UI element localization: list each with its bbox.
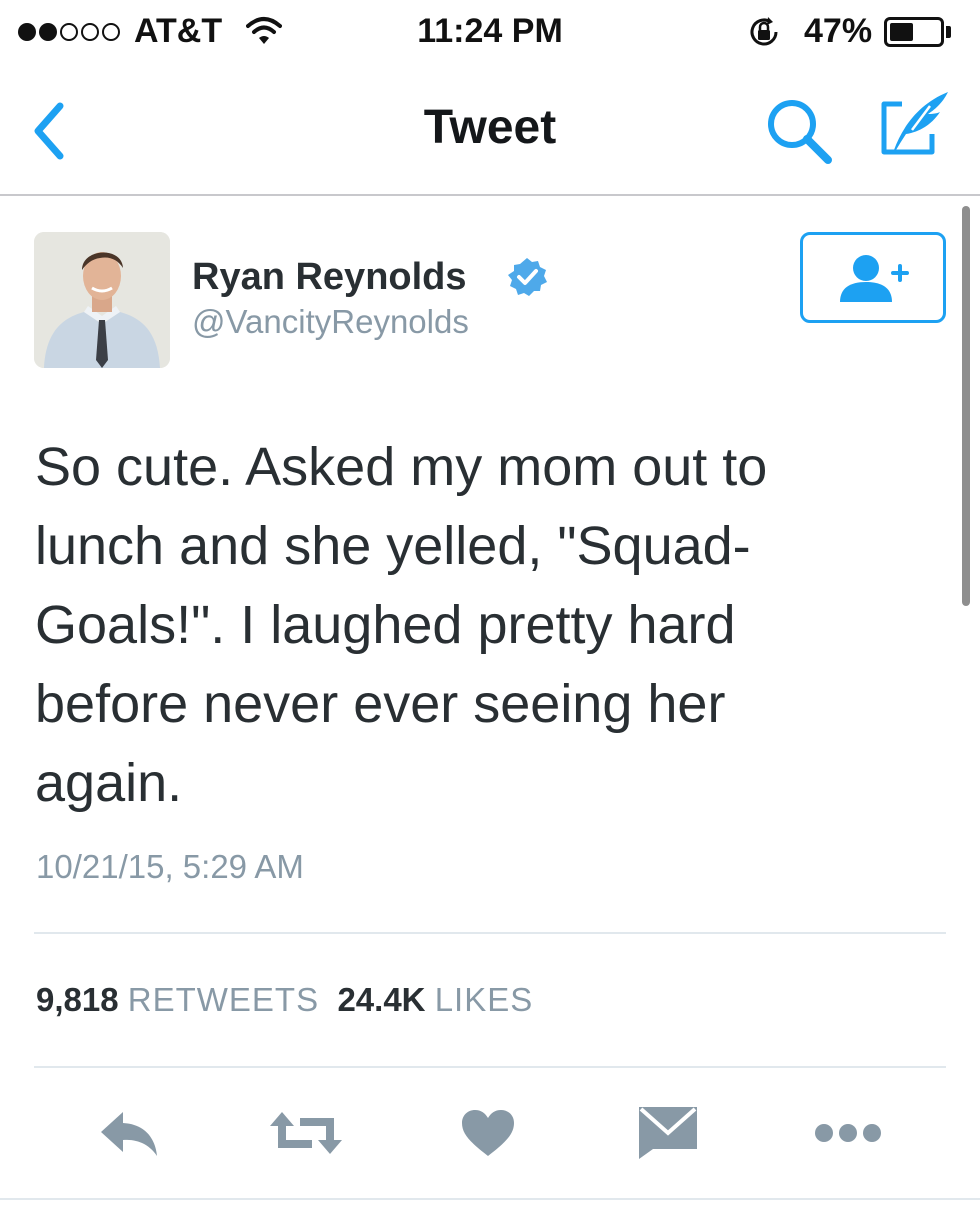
- battery-level-fill: [890, 23, 913, 41]
- direct-message-button[interactable]: [628, 1100, 708, 1166]
- tweet-stats: 9,818 RETWEETS 24.4K LIKES: [36, 981, 533, 1019]
- status-bar: AT&T 11:24 PM 47%: [0, 0, 980, 66]
- add-user-icon: [840, 255, 909, 302]
- tweet-text: So cute. Asked my mom out to lunch and sh…: [35, 428, 925, 823]
- tweet-text-line: again.: [35, 753, 183, 813]
- retweet-icon: [270, 1112, 342, 1154]
- author-name[interactable]: Ryan Reynolds: [192, 256, 467, 299]
- tweet-text-line: before never ever seeing her: [35, 674, 726, 734]
- rotation-lock-icon: [750, 17, 778, 46]
- retweets-count: 9,818: [36, 981, 119, 1018]
- retweet-button[interactable]: [266, 1100, 346, 1166]
- more-icon: [815, 1124, 881, 1142]
- divider: [34, 1066, 946, 1068]
- likes-label: LIKES: [434, 981, 534, 1018]
- avatar[interactable]: [34, 232, 170, 368]
- like-icon: [462, 1110, 514, 1156]
- follow-button[interactable]: [800, 232, 946, 323]
- reply-button[interactable]: [88, 1100, 168, 1166]
- bottom-divider: [0, 1198, 980, 1200]
- search-icon[interactable]: [762, 94, 838, 170]
- likes-count: 24.4K: [337, 981, 426, 1018]
- battery-percentage: 47%: [804, 12, 873, 50]
- compose-icon[interactable]: [872, 88, 952, 168]
- tweet-timestamp: 10/21/15, 5:29 AM: [36, 848, 304, 885]
- battery-icon: [884, 17, 944, 47]
- scrollbar[interactable]: [962, 206, 970, 606]
- like-button[interactable]: [448, 1100, 528, 1166]
- verified-badge-icon: [508, 258, 547, 296]
- divider: [34, 932, 946, 934]
- tweet-text-line: Goals!". I laughed pretty hard: [35, 595, 736, 655]
- author-handle[interactable]: @VancityReynolds: [192, 303, 469, 341]
- retweets-stat[interactable]: 9,818 RETWEETS: [36, 981, 319, 1018]
- tweet-text-line: lunch and she yelled, "Squad-: [35, 516, 751, 576]
- retweets-label: RETWEETS: [127, 981, 320, 1018]
- battery-tip: [946, 26, 951, 38]
- reply-icon: [101, 1112, 157, 1156]
- direct-message-icon: [639, 1107, 697, 1159]
- more-button[interactable]: [808, 1100, 888, 1166]
- likes-stat[interactable]: 24.4K LIKES: [337, 981, 533, 1018]
- tweet-text-line: So cute. Asked my mom out to: [35, 437, 768, 497]
- navigation-bar: Tweet: [0, 66, 980, 196]
- avatar-portrait: [34, 232, 170, 368]
